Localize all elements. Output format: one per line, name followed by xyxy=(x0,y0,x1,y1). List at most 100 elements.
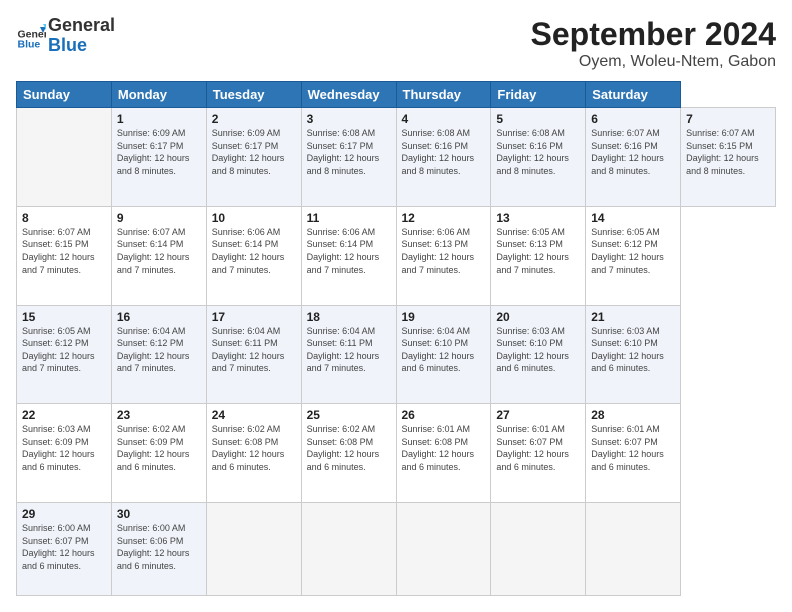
col-thursday: Thursday xyxy=(396,82,491,108)
table-cell: 19 Sunrise: 6:04 AM Sunset: 6:10 PM Dayl… xyxy=(396,305,491,404)
table-cell: 26 Sunrise: 6:01 AM Sunset: 6:08 PM Dayl… xyxy=(396,404,491,503)
table-cell: 7 Sunrise: 6:07 AM Sunset: 6:15 PM Dayli… xyxy=(681,108,776,207)
day-number: 28 xyxy=(591,408,675,422)
day-number: 20 xyxy=(496,310,580,324)
day-info: Sunrise: 6:02 AM Sunset: 6:09 PM Dayligh… xyxy=(117,423,201,473)
day-number: 2 xyxy=(212,112,296,126)
day-number: 21 xyxy=(591,310,675,324)
day-info: Sunrise: 6:06 AM Sunset: 6:14 PM Dayligh… xyxy=(212,226,296,276)
table-cell: 16 Sunrise: 6:04 AM Sunset: 6:12 PM Dayl… xyxy=(111,305,206,404)
day-info: Sunrise: 6:04 AM Sunset: 6:10 PM Dayligh… xyxy=(402,325,486,375)
logo: General Blue General Blue xyxy=(16,16,115,56)
col-saturday: Saturday xyxy=(586,82,681,108)
calendar-week-row: 1 Sunrise: 6:09 AM Sunset: 6:17 PM Dayli… xyxy=(17,108,776,207)
day-number: 11 xyxy=(307,211,391,225)
calendar-week-row: 22 Sunrise: 6:03 AM Sunset: 6:09 PM Dayl… xyxy=(17,404,776,503)
calendar-week-row: 29 Sunrise: 6:00 AM Sunset: 6:07 PM Dayl… xyxy=(17,503,776,596)
table-cell: 4 Sunrise: 6:08 AM Sunset: 6:16 PM Dayli… xyxy=(396,108,491,207)
day-number: 8 xyxy=(22,211,106,225)
day-info: Sunrise: 6:09 AM Sunset: 6:17 PM Dayligh… xyxy=(117,127,201,177)
table-cell: 20 Sunrise: 6:03 AM Sunset: 6:10 PM Dayl… xyxy=(491,305,586,404)
title-block: September 2024 Oyem, Woleu-Ntem, Gabon xyxy=(531,16,776,71)
day-info: Sunrise: 6:05 AM Sunset: 6:12 PM Dayligh… xyxy=(591,226,675,276)
day-info: Sunrise: 6:04 AM Sunset: 6:11 PM Dayligh… xyxy=(307,325,391,375)
table-cell: 28 Sunrise: 6:01 AM Sunset: 6:07 PM Dayl… xyxy=(586,404,681,503)
day-info: Sunrise: 6:07 AM Sunset: 6:16 PM Dayligh… xyxy=(591,127,675,177)
day-info: Sunrise: 6:04 AM Sunset: 6:11 PM Dayligh… xyxy=(212,325,296,375)
table-cell xyxy=(206,503,301,596)
day-info: Sunrise: 6:05 AM Sunset: 6:13 PM Dayligh… xyxy=(496,226,580,276)
table-cell: 14 Sunrise: 6:05 AM Sunset: 6:12 PM Dayl… xyxy=(586,206,681,305)
calendar-table: Sunday Monday Tuesday Wednesday Thursday… xyxy=(16,81,776,596)
day-info: Sunrise: 6:07 AM Sunset: 6:15 PM Dayligh… xyxy=(22,226,106,276)
day-number: 25 xyxy=(307,408,391,422)
col-sunday: Sunday xyxy=(17,82,112,108)
day-number: 19 xyxy=(402,310,486,324)
day-info: Sunrise: 6:03 AM Sunset: 6:10 PM Dayligh… xyxy=(591,325,675,375)
col-wednesday: Wednesday xyxy=(301,82,396,108)
calendar-header-row: Sunday Monday Tuesday Wednesday Thursday… xyxy=(17,82,776,108)
logo-blue: Blue xyxy=(48,36,115,56)
day-info: Sunrise: 6:00 AM Sunset: 6:06 PM Dayligh… xyxy=(117,522,201,572)
day-info: Sunrise: 6:02 AM Sunset: 6:08 PM Dayligh… xyxy=(307,423,391,473)
day-info: Sunrise: 6:06 AM Sunset: 6:14 PM Dayligh… xyxy=(307,226,391,276)
day-number: 18 xyxy=(307,310,391,324)
day-info: Sunrise: 6:08 AM Sunset: 6:16 PM Dayligh… xyxy=(496,127,580,177)
table-cell: 17 Sunrise: 6:04 AM Sunset: 6:11 PM Dayl… xyxy=(206,305,301,404)
calendar-week-row: 8 Sunrise: 6:07 AM Sunset: 6:15 PM Dayli… xyxy=(17,206,776,305)
day-info: Sunrise: 6:05 AM Sunset: 6:12 PM Dayligh… xyxy=(22,325,106,375)
table-cell: 12 Sunrise: 6:06 AM Sunset: 6:13 PM Dayl… xyxy=(396,206,491,305)
day-info: Sunrise: 6:03 AM Sunset: 6:10 PM Dayligh… xyxy=(496,325,580,375)
table-cell: 21 Sunrise: 6:03 AM Sunset: 6:10 PM Dayl… xyxy=(586,305,681,404)
day-number: 16 xyxy=(117,310,201,324)
day-info: Sunrise: 6:01 AM Sunset: 6:08 PM Dayligh… xyxy=(402,423,486,473)
table-cell xyxy=(17,108,112,207)
day-info: Sunrise: 6:07 AM Sunset: 6:14 PM Dayligh… xyxy=(117,226,201,276)
table-cell: 10 Sunrise: 6:06 AM Sunset: 6:14 PM Dayl… xyxy=(206,206,301,305)
day-number: 17 xyxy=(212,310,296,324)
day-info: Sunrise: 6:06 AM Sunset: 6:13 PM Dayligh… xyxy=(402,226,486,276)
day-number: 14 xyxy=(591,211,675,225)
day-number: 24 xyxy=(212,408,296,422)
day-info: Sunrise: 6:09 AM Sunset: 6:17 PM Dayligh… xyxy=(212,127,296,177)
day-number: 23 xyxy=(117,408,201,422)
table-cell: 27 Sunrise: 6:01 AM Sunset: 6:07 PM Dayl… xyxy=(491,404,586,503)
day-number: 12 xyxy=(402,211,486,225)
day-number: 29 xyxy=(22,507,106,521)
svg-text:Blue: Blue xyxy=(18,38,41,50)
day-number: 22 xyxy=(22,408,106,422)
table-cell: 29 Sunrise: 6:00 AM Sunset: 6:07 PM Dayl… xyxy=(17,503,112,596)
day-number: 30 xyxy=(117,507,201,521)
calendar-week-row: 15 Sunrise: 6:05 AM Sunset: 6:12 PM Dayl… xyxy=(17,305,776,404)
calendar-subtitle: Oyem, Woleu-Ntem, Gabon xyxy=(531,53,776,71)
day-number: 15 xyxy=(22,310,106,324)
day-info: Sunrise: 6:08 AM Sunset: 6:17 PM Dayligh… xyxy=(307,127,391,177)
table-cell: 6 Sunrise: 6:07 AM Sunset: 6:16 PM Dayli… xyxy=(586,108,681,207)
table-cell: 25 Sunrise: 6:02 AM Sunset: 6:08 PM Dayl… xyxy=(301,404,396,503)
day-info: Sunrise: 6:02 AM Sunset: 6:08 PM Dayligh… xyxy=(212,423,296,473)
day-number: 4 xyxy=(402,112,486,126)
day-info: Sunrise: 6:08 AM Sunset: 6:16 PM Dayligh… xyxy=(402,127,486,177)
table-cell xyxy=(491,503,586,596)
day-number: 13 xyxy=(496,211,580,225)
day-info: Sunrise: 6:01 AM Sunset: 6:07 PM Dayligh… xyxy=(496,423,580,473)
table-cell: 23 Sunrise: 6:02 AM Sunset: 6:09 PM Dayl… xyxy=(111,404,206,503)
calendar-title: September 2024 xyxy=(531,16,776,53)
table-cell: 18 Sunrise: 6:04 AM Sunset: 6:11 PM Dayl… xyxy=(301,305,396,404)
logo-general: General xyxy=(48,16,115,36)
table-cell: 22 Sunrise: 6:03 AM Sunset: 6:09 PM Dayl… xyxy=(17,404,112,503)
day-info: Sunrise: 6:07 AM Sunset: 6:15 PM Dayligh… xyxy=(686,127,770,177)
table-cell: 9 Sunrise: 6:07 AM Sunset: 6:14 PM Dayli… xyxy=(111,206,206,305)
table-cell: 3 Sunrise: 6:08 AM Sunset: 6:17 PM Dayli… xyxy=(301,108,396,207)
table-cell xyxy=(396,503,491,596)
page: General Blue General Blue September 2024… xyxy=(0,0,792,612)
table-cell: 30 Sunrise: 6:00 AM Sunset: 6:06 PM Dayl… xyxy=(111,503,206,596)
day-number: 9 xyxy=(117,211,201,225)
day-number: 5 xyxy=(496,112,580,126)
col-friday: Friday xyxy=(491,82,586,108)
col-tuesday: Tuesday xyxy=(206,82,301,108)
table-cell: 15 Sunrise: 6:05 AM Sunset: 6:12 PM Dayl… xyxy=(17,305,112,404)
table-cell: 2 Sunrise: 6:09 AM Sunset: 6:17 PM Dayli… xyxy=(206,108,301,207)
table-cell: 1 Sunrise: 6:09 AM Sunset: 6:17 PM Dayli… xyxy=(111,108,206,207)
table-cell: 11 Sunrise: 6:06 AM Sunset: 6:14 PM Dayl… xyxy=(301,206,396,305)
